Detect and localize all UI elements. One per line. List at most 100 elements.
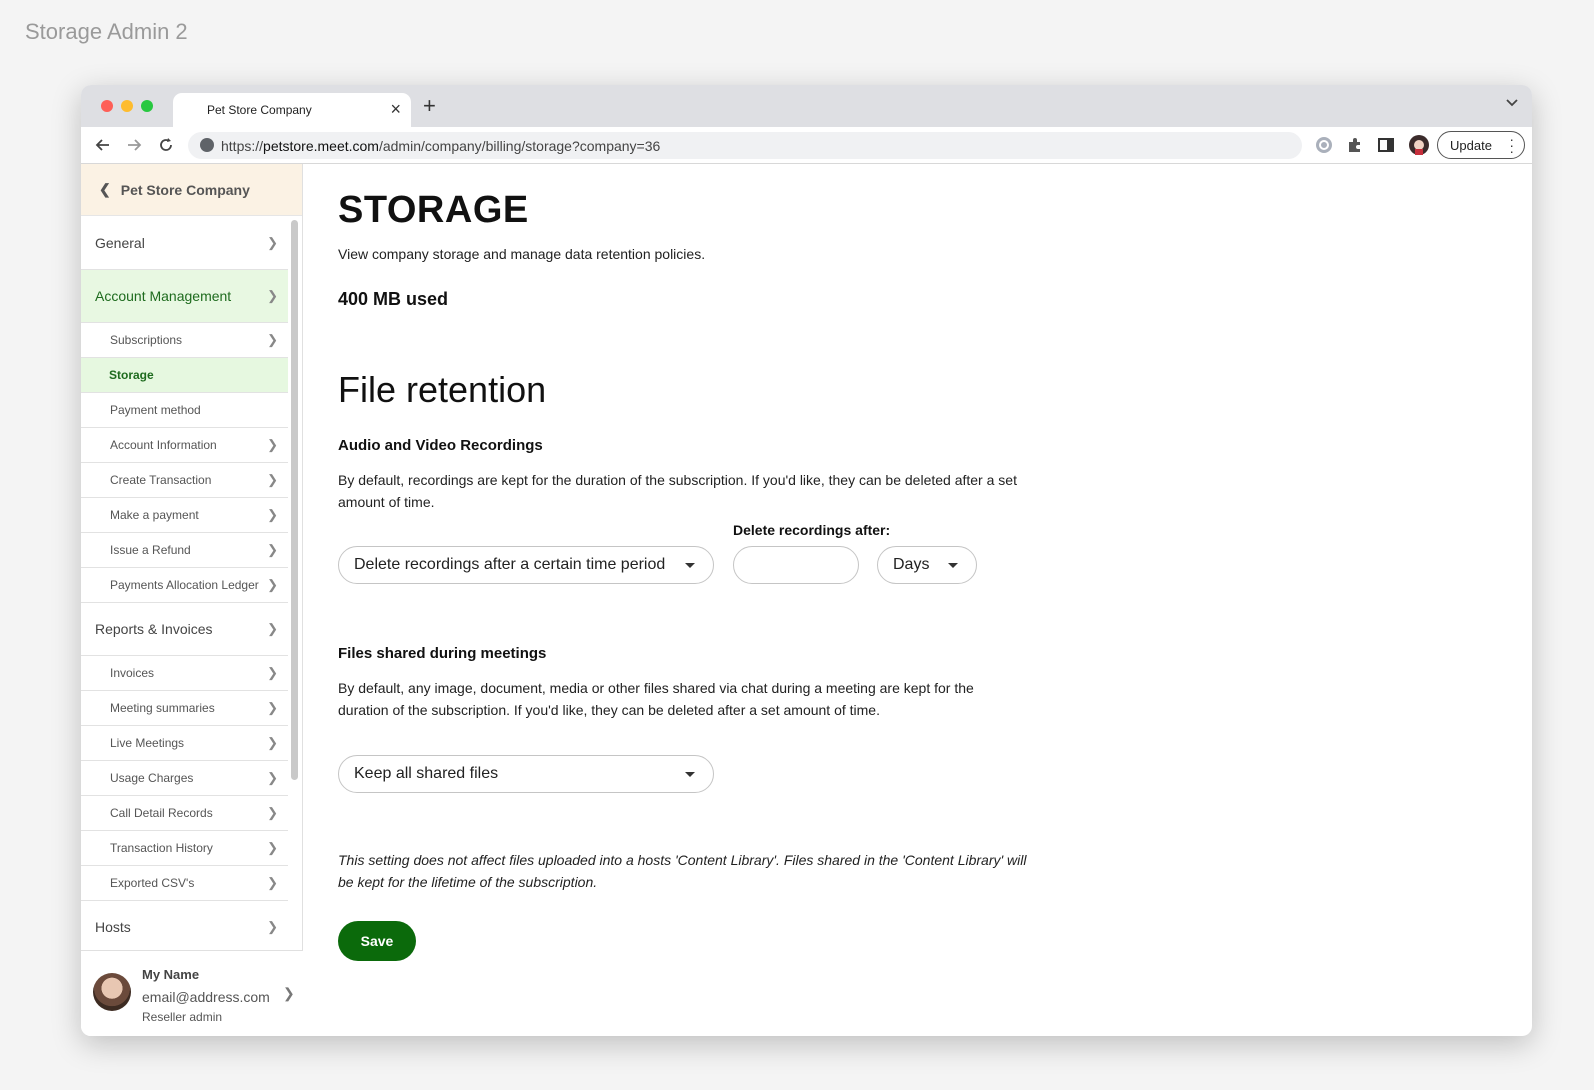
- sidebar-item-payments-allocation-ledger[interactable]: Payments Allocation Ledger ❯: [81, 568, 288, 603]
- recordings-heading: Audio and Video Recordings: [338, 437, 543, 454]
- sidebar-item-hosts[interactable]: Hosts ❯: [81, 901, 288, 954]
- update-label: Update: [1450, 138, 1492, 153]
- main-content: STORAGE View company storage and manage …: [338, 164, 1518, 1036]
- user-profile[interactable]: My Name email@address.com Reseller admin…: [81, 950, 303, 1036]
- content-library-note: This setting does not affect files uploa…: [338, 852, 1027, 890]
- sidebar-item-label: Create Transaction: [110, 473, 212, 487]
- more-menu-icon[interactable]: · · ·: [1509, 132, 1514, 158]
- close-window-icon[interactable]: [101, 100, 113, 112]
- update-button[interactable]: Update · · ·: [1437, 131, 1525, 159]
- delete-after-input[interactable]: [733, 546, 859, 584]
- files-description: By default, any image, document, media o…: [338, 680, 974, 718]
- sidebar-scrollbar[interactable]: [291, 220, 298, 780]
- time-unit-select[interactable]: Days: [877, 546, 977, 584]
- sidebar-item-invoices[interactable]: Invoices ❯: [81, 656, 288, 691]
- chevron-right-icon: ❯: [267, 288, 278, 303]
- sidebar-item-label: Reports & Invoices: [95, 621, 213, 637]
- sidebar-item-label: Account Management: [95, 288, 232, 304]
- url-text: https://petstore.meet.com/admin/company/…: [221, 138, 661, 154]
- sidebar-item-account-information[interactable]: Account Information ❯: [81, 428, 288, 463]
- user-email: email@address.com: [142, 989, 270, 1005]
- extensions-puzzle-icon[interactable]: [1346, 136, 1364, 154]
- address-bar[interactable]: https://petstore.meet.com/admin/company/…: [188, 132, 1302, 159]
- recordings-policy-value: Delete recordings after a certain time p…: [354, 556, 666, 573]
- sidebar-item-label: Usage Charges: [110, 771, 194, 785]
- sidebar-item-make-a-payment[interactable]: Make a payment ❯: [81, 498, 288, 533]
- sidebar-item-storage[interactable]: Storage: [81, 358, 288, 393]
- sidebar-item-transaction-history[interactable]: Transaction History ❯: [81, 831, 288, 866]
- maximize-window-icon[interactable]: [141, 100, 153, 112]
- recordings-description: By default, recordings are kept for the …: [338, 472, 1017, 510]
- browser-window: Pet Store Company × + https://petstore.m…: [81, 85, 1532, 1036]
- chevron-right-icon: ❯: [267, 875, 278, 890]
- chevron-down-icon[interactable]: [1506, 99, 1518, 107]
- chevron-right-icon: ❯: [267, 332, 278, 347]
- page-label: Storage Admin 2: [25, 19, 188, 44]
- avatar: [93, 973, 131, 1011]
- sidebar-item-meeting-summaries[interactable]: Meeting summaries ❯: [81, 691, 288, 726]
- caret-down-icon: [948, 563, 958, 568]
- files-policy-value: Keep all shared files: [354, 765, 499, 782]
- sidebar-item-label: Issue a Refund: [110, 543, 191, 557]
- sidebar-item-call-detail-records[interactable]: Call Detail Records ❯: [81, 796, 288, 831]
- tab-title: Pet Store Company: [207, 103, 312, 117]
- profile-avatar-icon[interactable]: [1409, 135, 1429, 155]
- reload-icon[interactable]: [156, 135, 176, 155]
- sidebar-item-label: Storage: [109, 368, 154, 382]
- chevron-right-icon: ❯: [267, 577, 278, 592]
- sidebar-item-label: Exported CSV's: [110, 876, 195, 890]
- sidebar-item-payment-method[interactable]: Payment method: [81, 393, 288, 428]
- sidebar-item-label: Subscriptions: [110, 333, 183, 347]
- chevron-right-icon: ❯: [267, 542, 278, 557]
- caret-down-icon: [685, 772, 695, 777]
- forward-arrow-icon[interactable]: [124, 135, 144, 155]
- site-info-icon[interactable]: [200, 138, 214, 152]
- page-description: View company storage and manage data ret…: [338, 246, 706, 262]
- recordings-policy-select[interactable]: Delete recordings after a certain time p…: [338, 546, 714, 584]
- sidebar-item-label: General: [95, 235, 145, 251]
- sidebar-nav: General ❯ Account Management ❯ Subscriptions…: [81, 217, 288, 954]
- tab-close-icon[interactable]: ×: [390, 99, 401, 119]
- chevron-right-icon: ❯: [267, 805, 278, 820]
- sidebar: ❮ Pet Store Company General ❯ Account Mana…: [81, 164, 303, 1036]
- chevron-right-icon: ❯: [267, 735, 278, 750]
- minimize-window-icon[interactable]: [121, 100, 133, 112]
- back-arrow-icon[interactable]: [93, 135, 113, 155]
- sidebar-item-reports-invoices[interactable]: Reports & Invoices ❯: [81, 603, 288, 656]
- sidebar-item-label: Live Meetings: [110, 736, 185, 750]
- chevron-right-icon: ❯: [267, 235, 278, 250]
- sidebar-item-live-meetings[interactable]: Live Meetings ❯: [81, 726, 288, 761]
- browser-tab[interactable]: Pet Store Company ×: [173, 93, 411, 127]
- chevron-right-icon: ❯: [267, 770, 278, 785]
- time-unit-value: Days: [893, 556, 930, 573]
- sidebar-item-label: Invoices: [110, 666, 155, 680]
- sidebar-item-label: Make a payment: [110, 508, 199, 522]
- chevron-right-icon: ❯: [267, 621, 278, 636]
- chevron-right-icon: ❯: [267, 840, 278, 855]
- sidebar-item-label: Payment method: [110, 403, 201, 417]
- side-panel-icon[interactable]: [1377, 136, 1395, 154]
- files-policy-select[interactable]: Keep all shared files: [338, 755, 714, 793]
- sidebar-item-issue-a-refund[interactable]: Issue a Refund ❯: [81, 533, 288, 568]
- save-button[interactable]: Save: [338, 921, 416, 961]
- sidebar-item-label: Transaction History: [110, 841, 213, 855]
- sidebar-item-exported-csv-s[interactable]: Exported CSV's ❯: [81, 866, 288, 901]
- browser-toolbar: https://petstore.meet.com/admin/company/…: [81, 127, 1532, 164]
- new-tab-button[interactable]: +: [423, 95, 436, 117]
- sidebar-item-label: Account Information: [110, 438, 217, 452]
- chevron-right-icon: ❯: [267, 507, 278, 522]
- sidebar-item-subscriptions[interactable]: Subscriptions ❯: [81, 323, 288, 358]
- chevron-right-icon: ❯: [267, 919, 278, 934]
- grammarly-extension-icon[interactable]: [1315, 136, 1333, 154]
- sidebar-item-usage-charges[interactable]: Usage Charges ❯: [81, 761, 288, 796]
- back-label: Pet Store Company: [120, 181, 250, 198]
- sidebar-item-account-management[interactable]: Account Management ❯: [81, 270, 288, 323]
- sidebar-item-label: Payments Allocation Ledger: [110, 578, 259, 592]
- back-to-company-link[interactable]: ❮ Pet Store Company: [81, 164, 302, 216]
- caret-down-icon: [685, 563, 695, 568]
- sidebar-item-create-transaction[interactable]: Create Transaction ❯: [81, 463, 288, 498]
- sidebar-item-general[interactable]: General ❯: [81, 217, 288, 270]
- chevron-right-icon: ❯: [267, 700, 278, 715]
- file-retention-title: File retention: [338, 369, 547, 410]
- storage-used: 400 MB used: [338, 289, 449, 309]
